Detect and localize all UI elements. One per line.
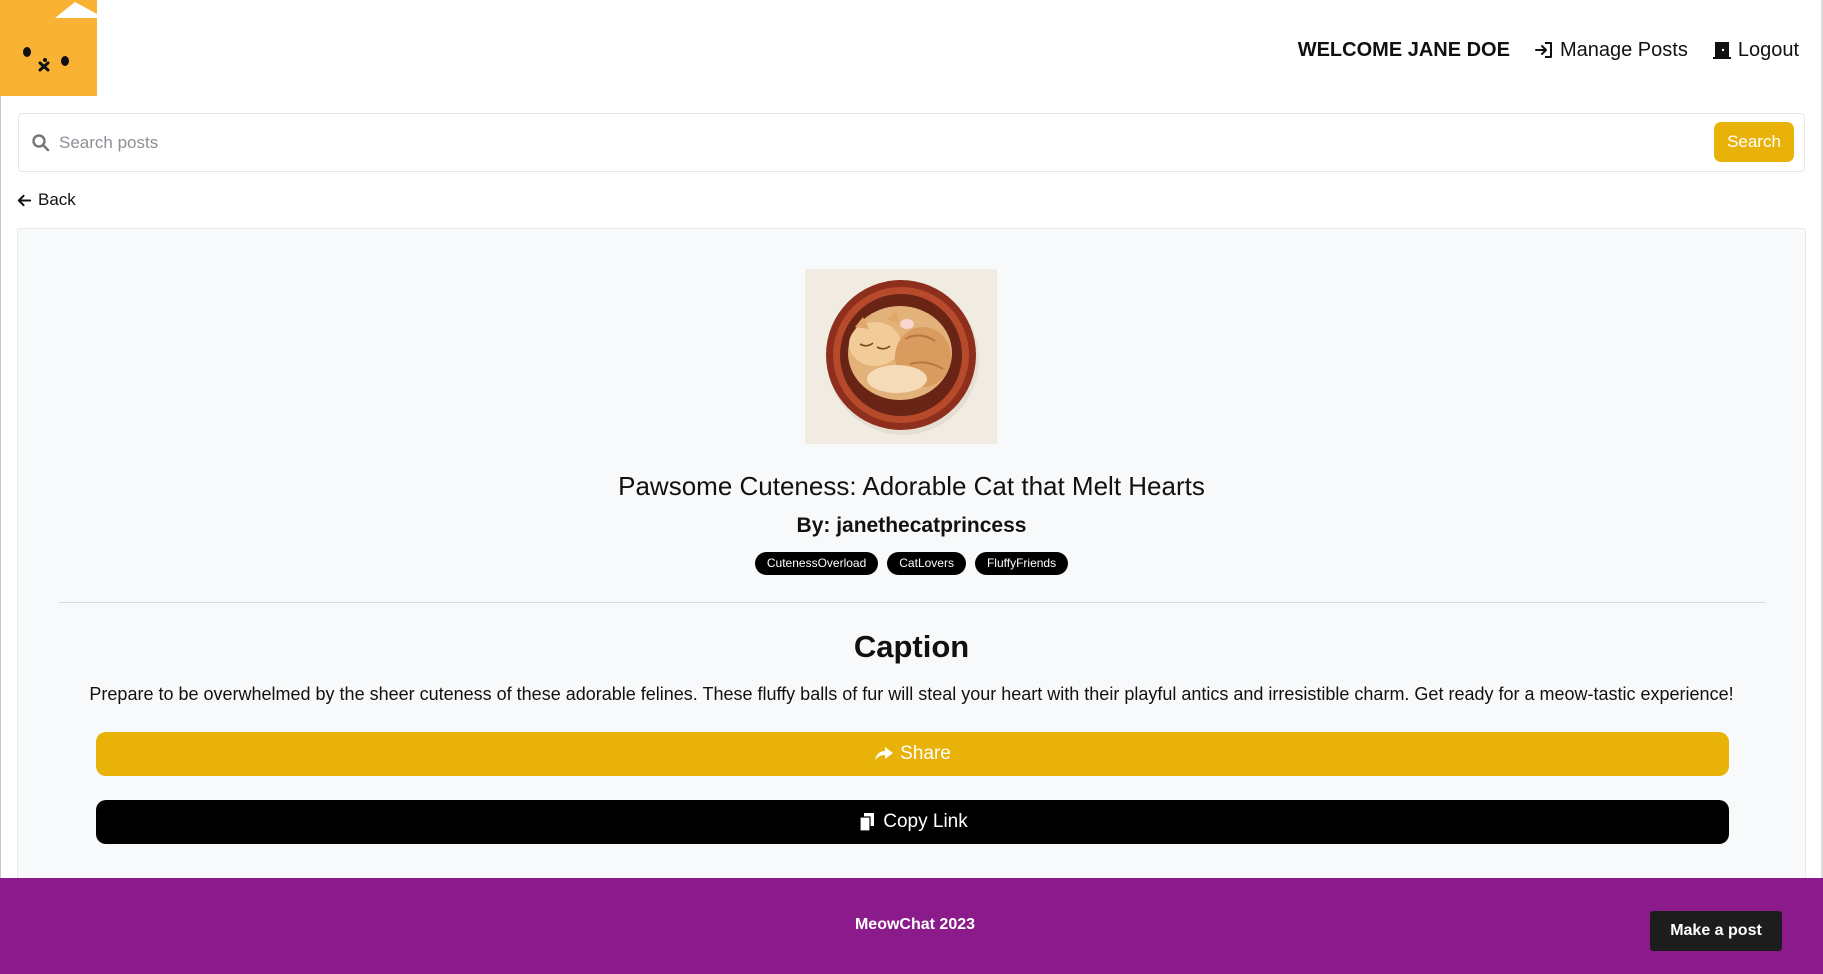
caption-text: Prepare to be overwhelmed by the sheer c… xyxy=(89,684,1734,704)
footer-text: MeowChat 2023 xyxy=(854,916,976,933)
post-image xyxy=(805,269,997,444)
header-nav: WELCOME JANE DOE Manage Posts Logout xyxy=(1298,36,1799,64)
logo[interactable] xyxy=(0,0,97,96)
copy-link-label: Copy Link xyxy=(883,811,968,832)
left-border xyxy=(0,96,1,878)
search-bar: Search xyxy=(18,113,1805,172)
sign-in-arrow-icon xyxy=(1534,42,1552,58)
post-title: Pawsome Cuteness: Adorable Cat that Melt… xyxy=(618,471,1205,501)
post-author: By: janethecatprincess xyxy=(796,514,1027,537)
search-button[interactable]: Search xyxy=(1714,122,1794,162)
tag-list: CutenessOverload CatLovers FluffyFriends xyxy=(18,552,1805,575)
divider xyxy=(59,602,1766,603)
logout-link[interactable]: Logout xyxy=(1712,39,1799,62)
search-input[interactable] xyxy=(59,124,1719,162)
copy-icon xyxy=(859,813,875,832)
magnifier-icon xyxy=(32,134,50,152)
back-link[interactable]: Back xyxy=(17,190,76,210)
share-arrow-icon xyxy=(875,747,894,761)
share-label: Share xyxy=(900,743,951,764)
logout-label: Logout xyxy=(1737,38,1799,61)
copy-link-button[interactable]: Copy Link xyxy=(96,800,1729,844)
page: WELCOME JANE DOE Manage Posts Logout Sea… xyxy=(0,0,1823,974)
tag-cat-lovers[interactable]: CatLovers xyxy=(887,552,966,575)
door-icon xyxy=(1712,42,1731,59)
arrow-left-icon xyxy=(17,194,32,206)
back-label: Back xyxy=(38,190,76,209)
post-card: Pawsome Cuteness: Adorable Cat that Melt… xyxy=(17,228,1806,888)
caption-heading: Caption xyxy=(853,629,970,664)
tag-cuteness-overload[interactable]: CutenessOverload xyxy=(754,552,879,575)
manage-posts-link[interactable]: Manage Posts xyxy=(1534,39,1688,62)
footer: MeowChat 2023 Make a post xyxy=(0,878,1823,974)
welcome-text: WELCOME JANE DOE xyxy=(1297,38,1510,61)
share-button[interactable]: Share xyxy=(96,732,1729,776)
manage-posts-label: Manage Posts xyxy=(1559,38,1688,61)
sleeping-kitten-in-bowl-image xyxy=(805,269,997,444)
cat-face-icon xyxy=(0,0,97,96)
make-post-button[interactable]: Make a post xyxy=(1650,911,1782,951)
tag-fluffy-friends[interactable]: FluffyFriends xyxy=(974,552,1069,575)
